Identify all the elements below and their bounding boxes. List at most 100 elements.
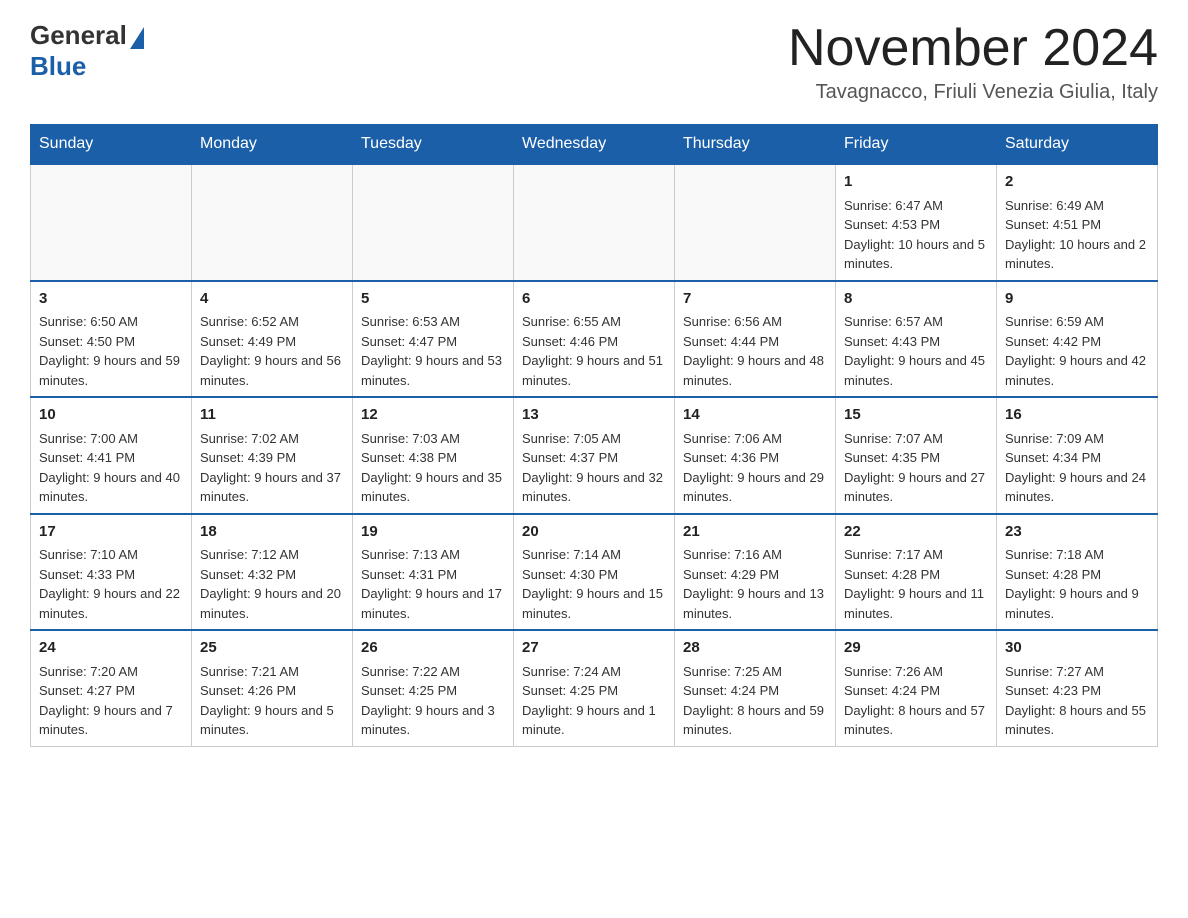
sunset-text: Sunset: 4:38 PM [361,450,457,465]
sunset-text: Sunset: 4:34 PM [1005,450,1101,465]
sunrise-text: Sunrise: 7:22 AM [361,664,460,679]
sunset-text: Sunset: 4:31 PM [361,567,457,582]
day-number: 26 [361,637,505,660]
sunrise-text: Sunrise: 6:49 AM [1005,198,1104,213]
day-number: 7 [683,288,827,311]
sunset-text: Sunset: 4:30 PM [522,567,618,582]
calendar-week-5: 24Sunrise: 7:20 AMSunset: 4:27 PMDayligh… [31,630,1158,746]
logo-triangle-icon [130,27,144,49]
daylight-text: Daylight: 9 hours and 24 minutes. [1005,470,1146,505]
calendar-cell [353,164,514,281]
sunset-text: Sunset: 4:37 PM [522,450,618,465]
calendar-cell: 13Sunrise: 7:05 AMSunset: 4:37 PMDayligh… [514,397,675,514]
daylight-text: Daylight: 10 hours and 5 minutes. [844,237,985,272]
calendar-week-3: 10Sunrise: 7:00 AMSunset: 4:41 PMDayligh… [31,397,1158,514]
sunrise-text: Sunrise: 7:07 AM [844,431,943,446]
calendar-cell [675,164,836,281]
sunset-text: Sunset: 4:51 PM [1005,217,1101,232]
daylight-text: Daylight: 9 hours and 3 minutes. [361,703,495,738]
daylight-text: Daylight: 8 hours and 55 minutes. [1005,703,1146,738]
sunset-text: Sunset: 4:47 PM [361,334,457,349]
day-number: 10 [39,404,183,427]
day-number: 9 [1005,288,1149,311]
sunrise-text: Sunrise: 7:26 AM [844,664,943,679]
calendar-cell: 19Sunrise: 7:13 AMSunset: 4:31 PMDayligh… [353,514,514,631]
sunrise-text: Sunrise: 6:52 AM [200,314,299,329]
daylight-text: Daylight: 9 hours and 9 minutes. [1005,586,1139,621]
sunset-text: Sunset: 4:49 PM [200,334,296,349]
day-number: 21 [683,521,827,544]
sunset-text: Sunset: 4:33 PM [39,567,135,582]
daylight-text: Daylight: 9 hours and 53 minutes. [361,353,502,388]
sunrise-text: Sunrise: 6:59 AM [1005,314,1104,329]
header-row: SundayMondayTuesdayWednesdayThursdayFrid… [31,125,1158,165]
day-number: 20 [522,521,666,544]
calendar-cell: 11Sunrise: 7:02 AMSunset: 4:39 PMDayligh… [192,397,353,514]
daylight-text: Daylight: 9 hours and 35 minutes. [361,470,502,505]
daylight-text: Daylight: 9 hours and 27 minutes. [844,470,985,505]
calendar-cell: 1Sunrise: 6:47 AMSunset: 4:53 PMDaylight… [836,164,997,281]
calendar-cell: 29Sunrise: 7:26 AMSunset: 4:24 PMDayligh… [836,630,997,746]
calendar-cell: 8Sunrise: 6:57 AMSunset: 4:43 PMDaylight… [836,281,997,398]
sunrise-text: Sunrise: 7:17 AM [844,547,943,562]
calendar-cell: 3Sunrise: 6:50 AMSunset: 4:50 PMDaylight… [31,281,192,398]
daylight-text: Daylight: 9 hours and 7 minutes. [39,703,173,738]
day-header-thursday: Thursday [675,125,836,165]
sunset-text: Sunset: 4:28 PM [844,567,940,582]
sunrise-text: Sunrise: 7:27 AM [1005,664,1104,679]
sunrise-text: Sunrise: 7:02 AM [200,431,299,446]
day-header-sunday: Sunday [31,125,192,165]
calendar-cell: 17Sunrise: 7:10 AMSunset: 4:33 PMDayligh… [31,514,192,631]
daylight-text: Daylight: 9 hours and 40 minutes. [39,470,180,505]
title-section: November 2024 Tavagnacco, Friuli Venezia… [788,20,1158,104]
day-number: 27 [522,637,666,660]
day-number: 29 [844,637,988,660]
sunrise-text: Sunrise: 7:10 AM [39,547,138,562]
day-number: 19 [361,521,505,544]
calendar-week-2: 3Sunrise: 6:50 AMSunset: 4:50 PMDaylight… [31,281,1158,398]
daylight-text: Daylight: 9 hours and 15 minutes. [522,586,663,621]
day-header-tuesday: Tuesday [353,125,514,165]
calendar-week-1: 1Sunrise: 6:47 AMSunset: 4:53 PMDaylight… [31,164,1158,281]
sunrise-text: Sunrise: 7:03 AM [361,431,460,446]
day-number: 3 [39,288,183,311]
calendar-cell: 20Sunrise: 7:14 AMSunset: 4:30 PMDayligh… [514,514,675,631]
sunset-text: Sunset: 4:35 PM [844,450,940,465]
calendar-table: SundayMondayTuesdayWednesdayThursdayFrid… [30,124,1158,747]
calendar-cell: 4Sunrise: 6:52 AMSunset: 4:49 PMDaylight… [192,281,353,398]
sunset-text: Sunset: 4:26 PM [200,683,296,698]
calendar-cell: 25Sunrise: 7:21 AMSunset: 4:26 PMDayligh… [192,630,353,746]
calendar-cell: 23Sunrise: 7:18 AMSunset: 4:28 PMDayligh… [997,514,1158,631]
sunrise-text: Sunrise: 6:53 AM [361,314,460,329]
calendar-week-4: 17Sunrise: 7:10 AMSunset: 4:33 PMDayligh… [31,514,1158,631]
calendar-cell: 2 Sunrise: 6:49 AM Sunset: 4:51 PM Daylight… [997,164,1158,281]
sunrise-text: Sunrise: 7:09 AM [1005,431,1104,446]
page-header: General Blue November 2024 Tavagnacco, F… [30,20,1158,104]
day-number: 25 [200,637,344,660]
day-number: 13 [522,404,666,427]
day-number: 2 [1005,171,1149,194]
sunrise-text: Sunrise: 7:00 AM [39,431,138,446]
day-number: 24 [39,637,183,660]
daylight-text: Daylight: 9 hours and 5 minutes. [200,703,334,738]
sunset-text: Sunset: 4:28 PM [1005,567,1101,582]
calendar-cell [514,164,675,281]
daylight-text: Daylight: 9 hours and 11 minutes. [844,586,984,621]
sunset-text: Sunset: 4:25 PM [361,683,457,698]
sunrise-text: Sunrise: 7:05 AM [522,431,621,446]
calendar-cell: 28Sunrise: 7:25 AMSunset: 4:24 PMDayligh… [675,630,836,746]
sunset-text: Sunset: 4:36 PM [683,450,779,465]
daylight-text: Daylight: 9 hours and 59 minutes. [39,353,180,388]
day-number: 4 [200,288,344,311]
daylight-text: Daylight: 9 hours and 37 minutes. [200,470,341,505]
logo: General Blue [30,20,144,82]
sunrise-text: Sunrise: 7:13 AM [361,547,460,562]
day-number: 5 [361,288,505,311]
calendar-cell: 26 Sunrise: 7:22 AM Sunset: 4:25 PM Dayligh… [353,630,514,746]
day-number: 1 [844,171,988,194]
daylight-text: Daylight: 8 hours and 57 minutes. [844,703,985,738]
daylight-text: Daylight: 10 hours and 2 minutes. [1005,237,1146,272]
location-title: Tavagnacco, Friuli Venezia Giulia, Italy [788,81,1158,104]
daylight-text: Daylight: 9 hours and 29 minutes. [683,470,824,505]
day-number: 12 [361,404,505,427]
